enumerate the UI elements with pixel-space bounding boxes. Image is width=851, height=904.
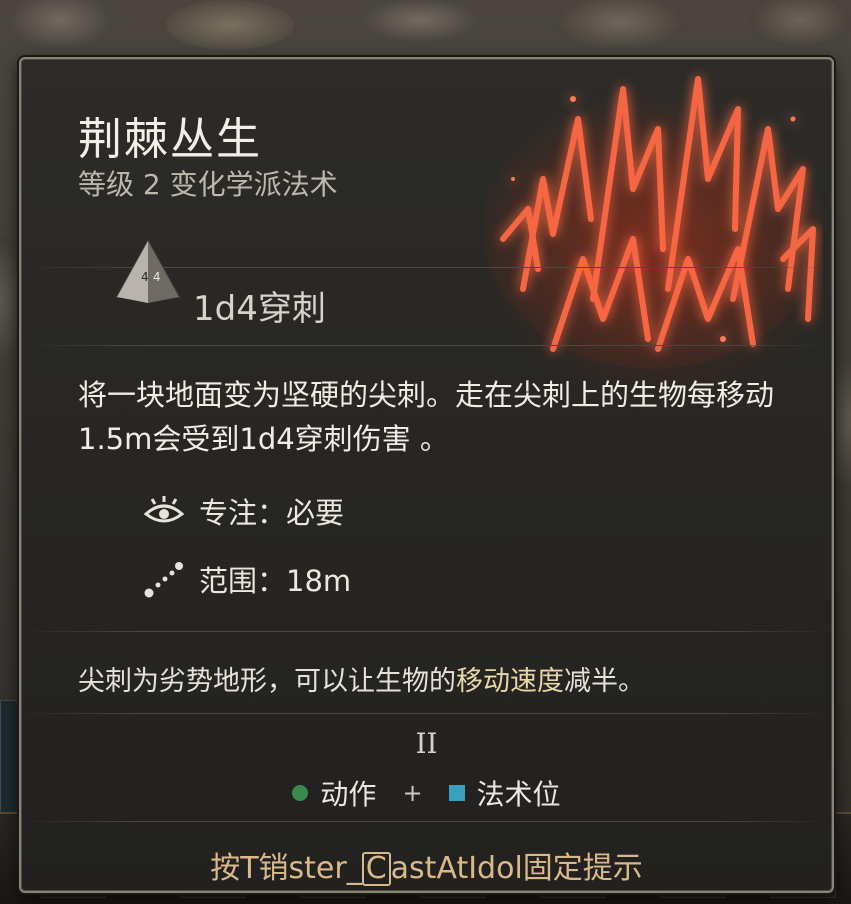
svg-text:4: 4 [141,270,149,284]
action-dot-icon [292,785,309,801]
range-label: 范围：18m [199,564,352,598]
keybind-keycap: C [361,852,391,886]
cost-plus: + [402,779,423,807]
range-row: 范围：18m [143,559,351,599]
spike-growth-spell-art [483,76,823,369]
spell-subtitle: 等级 2 变化学派法术 [78,168,338,201]
spell-slot-square-icon [448,785,465,801]
concentration-row: 专注：必要 [143,491,344,531]
footer-text: 固定提示 [522,851,643,886]
cost-row: 动作 + 法术位 [21,773,832,813]
spell-level: II [415,727,438,760]
spell-description: 将一块地面变为坚硬的尖刺。走在尖刺上的生物每移动1.5m会受到1d4穿刺伤害 。 [78,378,775,456]
spell-note: 尖刺为劣势地形，可以让生物的移动速度减半。 [78,659,818,698]
pin-tooltip-hint: 按T销ster_ CastAtIdol固定提示 [21,843,832,887]
divider [21,821,832,822]
movement-speed-keyword[interactable]: 移动速度 [456,666,564,697]
footer-text: 按T销ster_ [210,851,362,886]
range-dotted-line-icon [144,562,183,598]
action-cost-label: 动作 [320,778,377,811]
concentration-eye-icon [143,496,185,523]
concentration-label: 专注：必要 [199,496,345,530]
d4-die-icon: 4 4 [115,238,181,303]
footer-text: astAtIdol [390,851,523,886]
divider [21,713,832,714]
svg-text:4: 4 [153,270,161,284]
spell-title: 荆棘丛生 [78,114,262,165]
divider [21,631,832,632]
divider [21,345,832,346]
spell-tooltip: 荆棘丛生 等级 2 变化学派法术 4 4 1d4穿刺 将一块地面变为坚硬的尖刺。… [19,57,834,893]
spell-slot-cost-label: 法术位 [476,778,561,811]
note-text: 减半。 [564,666,645,697]
damage-dice: 1d4穿刺 [193,289,326,329]
note-text: 尖刺为劣势地形，可以让生物的 [78,666,456,697]
